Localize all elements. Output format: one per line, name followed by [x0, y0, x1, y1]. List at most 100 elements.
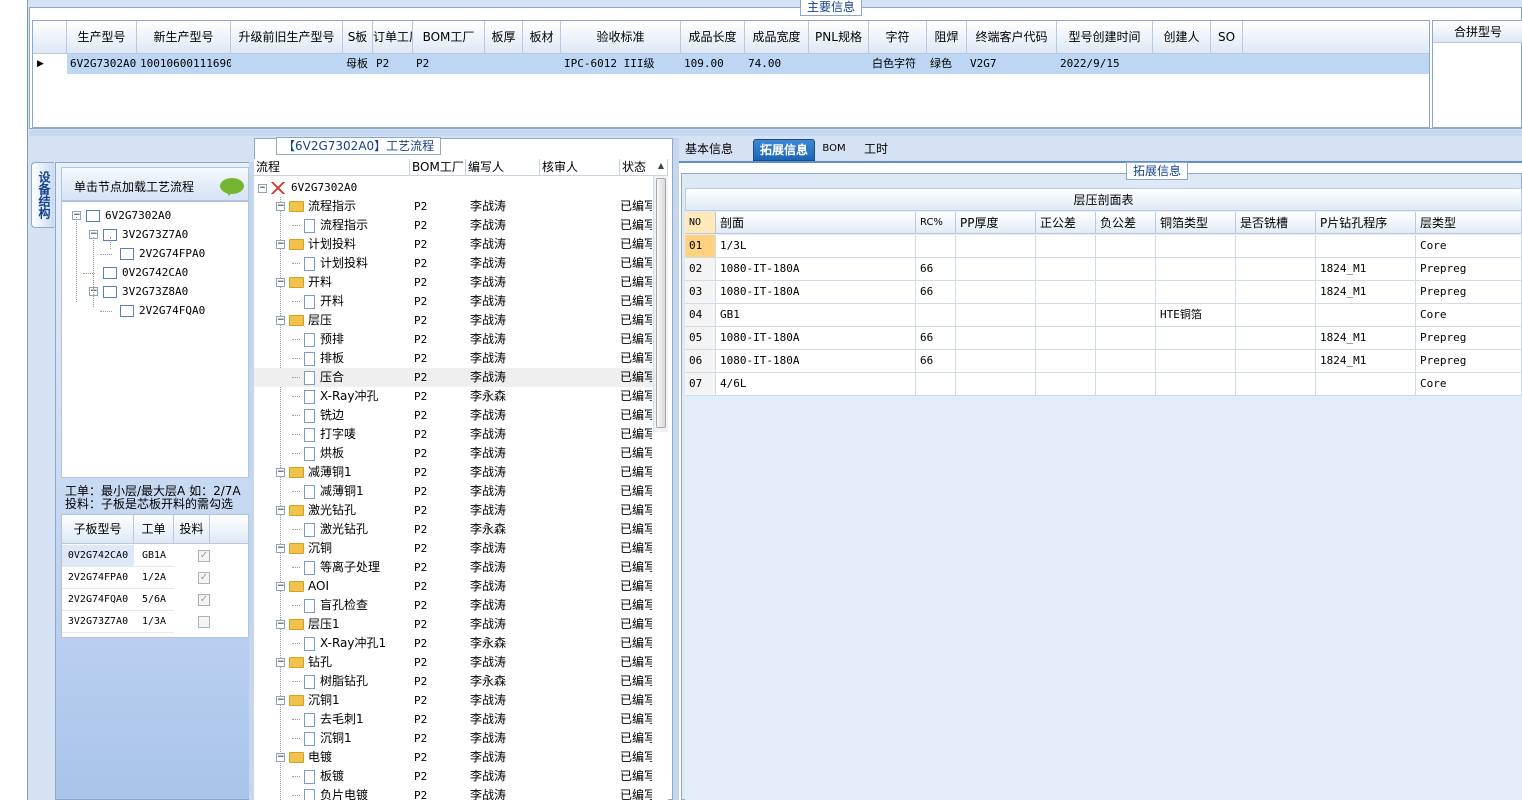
- structure-tree[interactable]: −6V2G7302A0−3V2G73Z7A0 2V2G74FPA0 0V2G742C…: [61, 201, 249, 478]
- process-step-cell[interactable]: 盲孔检查: [292, 596, 410, 615]
- process-step-cell[interactable]: 板镀: [292, 767, 410, 786]
- stackup-cell[interactable]: [1036, 327, 1096, 350]
- process-step-cell[interactable]: 铣边: [292, 406, 410, 425]
- tab-extended-info[interactable]: 拓展信息: [753, 139, 815, 161]
- sub-cell-model[interactable]: 3V2G73Z7A0: [62, 611, 134, 633]
- process-step-cell[interactable]: − 沉铜: [276, 539, 410, 558]
- process-row[interactable]: − 层压1 P2 李战涛 已编写: [254, 615, 668, 634]
- stackup-col-header[interactable]: P片钻孔程序: [1316, 212, 1416, 234]
- stackup-cell[interactable]: [916, 373, 956, 396]
- merge-model-grid[interactable]: 合拼型号: [1432, 20, 1522, 128]
- feed-checkbox[interactable]: ✓: [198, 594, 210, 606]
- stackup-cell[interactable]: Prepreg: [1416, 258, 1522, 281]
- stackup-cell[interactable]: [956, 304, 1036, 327]
- process-row[interactable]: 计划投料 P2 李战涛 已编写: [254, 254, 668, 273]
- sub-cell-order[interactable]: 1/2A: [134, 567, 174, 589]
- main-col-header[interactable]: 验收标准: [561, 21, 681, 54]
- sub-col-header[interactable]: 投料: [174, 515, 210, 544]
- stackup-cell[interactable]: [1036, 281, 1096, 304]
- process-step-cell[interactable]: − 开料: [276, 273, 410, 292]
- process-step-cell[interactable]: 开料: [292, 292, 410, 311]
- main-col-header[interactable]: 板厚: [485, 21, 523, 54]
- stackup-table[interactable]: 层压剖面表 NO 剖面 RC% PP厚度 正公差 负公差 铜箔类型 是否铣槽 P片钻孔程序 层类型…: [685, 188, 1522, 800]
- main-grid[interactable]: ▶ 生产型号 6V2G7302A0 新生产型号 10010600111690 升级前旧生产…: [32, 20, 1430, 128]
- main-col-header[interactable]: 字符: [869, 21, 927, 54]
- stackup-cell[interactable]: [1036, 350, 1096, 373]
- process-row[interactable]: 等离子处理 P2 李战涛 已编写: [254, 558, 668, 577]
- feed-checkbox[interactable]: ✓: [198, 572, 210, 584]
- main-col-header[interactable]: 型号创建时间: [1057, 21, 1153, 54]
- process-step-cell[interactable]: − 减薄铜1: [276, 463, 410, 482]
- main-col-header[interactable]: S板: [343, 21, 373, 54]
- stackup-cell[interactable]: Core: [1416, 373, 1522, 396]
- tree-expander-icon[interactable]: −: [258, 183, 267, 193]
- tab-work-hours[interactable]: 工时: [859, 139, 893, 161]
- process-step-cell[interactable]: 激光钻孔: [292, 520, 410, 539]
- tree-expander-icon[interactable]: −: [276, 202, 285, 211]
- stackup-col-header[interactable]: NO: [685, 212, 716, 234]
- sub-cell-order[interactable]: GB1A: [134, 545, 174, 567]
- process-step-cell[interactable]: − 电镀: [276, 748, 410, 767]
- sub-col-header[interactable]: 子板型号: [62, 515, 134, 544]
- process-step-cell[interactable]: X-Ray冲孔1: [292, 634, 410, 653]
- stackup-cell[interactable]: [956, 373, 1036, 396]
- stackup-col-header[interactable]: RC%: [916, 212, 956, 234]
- stackup-col-header[interactable]: PP厚度: [956, 212, 1036, 234]
- stackup-col-header[interactable]: 负公差: [1096, 212, 1156, 234]
- process-row[interactable]: 去毛刺1 P2 李战涛 已编写: [254, 710, 668, 729]
- main-col-header[interactable]: PNL规格: [809, 21, 869, 54]
- stackup-cell[interactable]: [1156, 235, 1236, 258]
- tree-expander-icon[interactable]: −: [276, 753, 285, 762]
- stackup-cell[interactable]: [956, 258, 1036, 281]
- tree-expander-icon[interactable]: −: [276, 278, 285, 287]
- stackup-cell[interactable]: 1/3L: [716, 235, 916, 258]
- stackup-cell[interactable]: [1036, 304, 1096, 327]
- stackup-cell[interactable]: [1096, 327, 1156, 350]
- process-row[interactable]: − 电镀 P2 李战涛 已编写: [254, 748, 668, 767]
- stackup-cell[interactable]: [1156, 373, 1236, 396]
- main-cell[interactable]: 白色字符: [869, 54, 927, 74]
- tree-node[interactable]: 0V2G742CA0: [103, 263, 188, 282]
- main-col-header[interactable]: SO: [1211, 21, 1243, 54]
- sub-col-header[interactable]: 工单: [134, 515, 174, 544]
- process-step-cell[interactable]: 计划投料: [292, 254, 410, 273]
- stackup-cell[interactable]: [1316, 373, 1416, 396]
- process-step-cell[interactable]: − 层压: [276, 311, 410, 330]
- process-step-cell[interactable]: 预排: [292, 330, 410, 349]
- tree-node[interactable]: 2V2G74FPA0: [120, 244, 205, 263]
- stackup-cell[interactable]: 66: [916, 281, 956, 304]
- tree-node[interactable]: 2V2G74FQA0: [120, 301, 205, 320]
- stackup-cell[interactable]: 66: [916, 327, 956, 350]
- stackup-cell[interactable]: [1236, 258, 1316, 281]
- stackup-cell[interactable]: [1236, 350, 1316, 373]
- stackup-cell[interactable]: 1824_M1: [1316, 258, 1416, 281]
- main-col-header[interactable]: 阻焊: [927, 21, 967, 54]
- stackup-row-number[interactable]: 01: [685, 235, 716, 258]
- process-row[interactable]: 板镀 P2 李战涛 已编写: [254, 767, 668, 786]
- main-col-header[interactable]: 生产型号: [67, 21, 137, 54]
- stackup-cell[interactable]: 1824_M1: [1316, 281, 1416, 304]
- main-cell[interactable]: P2: [413, 54, 485, 74]
- tab-equipment-structure[interactable]: 设备结构: [31, 162, 54, 228]
- process-step-cell[interactable]: − 层压1: [276, 615, 410, 634]
- main-cell[interactable]: [1211, 54, 1243, 74]
- stackup-row-number[interactable]: 02: [685, 258, 716, 281]
- stackup-cell[interactable]: 66: [916, 350, 956, 373]
- stackup-row-number[interactable]: 04: [685, 304, 716, 327]
- scroll-up-arrow-icon[interactable]: ▲: [655, 161, 667, 175]
- process-row[interactable]: 负片电镀 P2 李战涛 已编写: [254, 786, 668, 800]
- stackup-cell[interactable]: [956, 327, 1036, 350]
- stackup-cell[interactable]: Prepreg: [1416, 327, 1522, 350]
- stackup-cell[interactable]: [1316, 235, 1416, 258]
- sub-cell-order[interactable]: 1/3A: [134, 611, 174, 633]
- tree-node[interactable]: 6V2G7302A0: [86, 206, 171, 225]
- sub-cell-model[interactable]: 2V2G74FPA0: [62, 567, 134, 589]
- sub-cell-model[interactable]: 2V2G74FQA0: [62, 589, 134, 611]
- stackup-cell[interactable]: [916, 304, 956, 327]
- process-root-row[interactable]: − 6V2G7302A0: [254, 178, 668, 197]
- process-row[interactable]: − 沉铜1 P2 李战涛 已编写: [254, 691, 668, 710]
- stackup-cell[interactable]: 1080-IT-180A: [716, 327, 916, 350]
- main-cell[interactable]: P2: [373, 54, 413, 74]
- stackup-row-number[interactable]: 06: [685, 350, 716, 373]
- stackup-col-header[interactable]: 正公差: [1036, 212, 1096, 234]
